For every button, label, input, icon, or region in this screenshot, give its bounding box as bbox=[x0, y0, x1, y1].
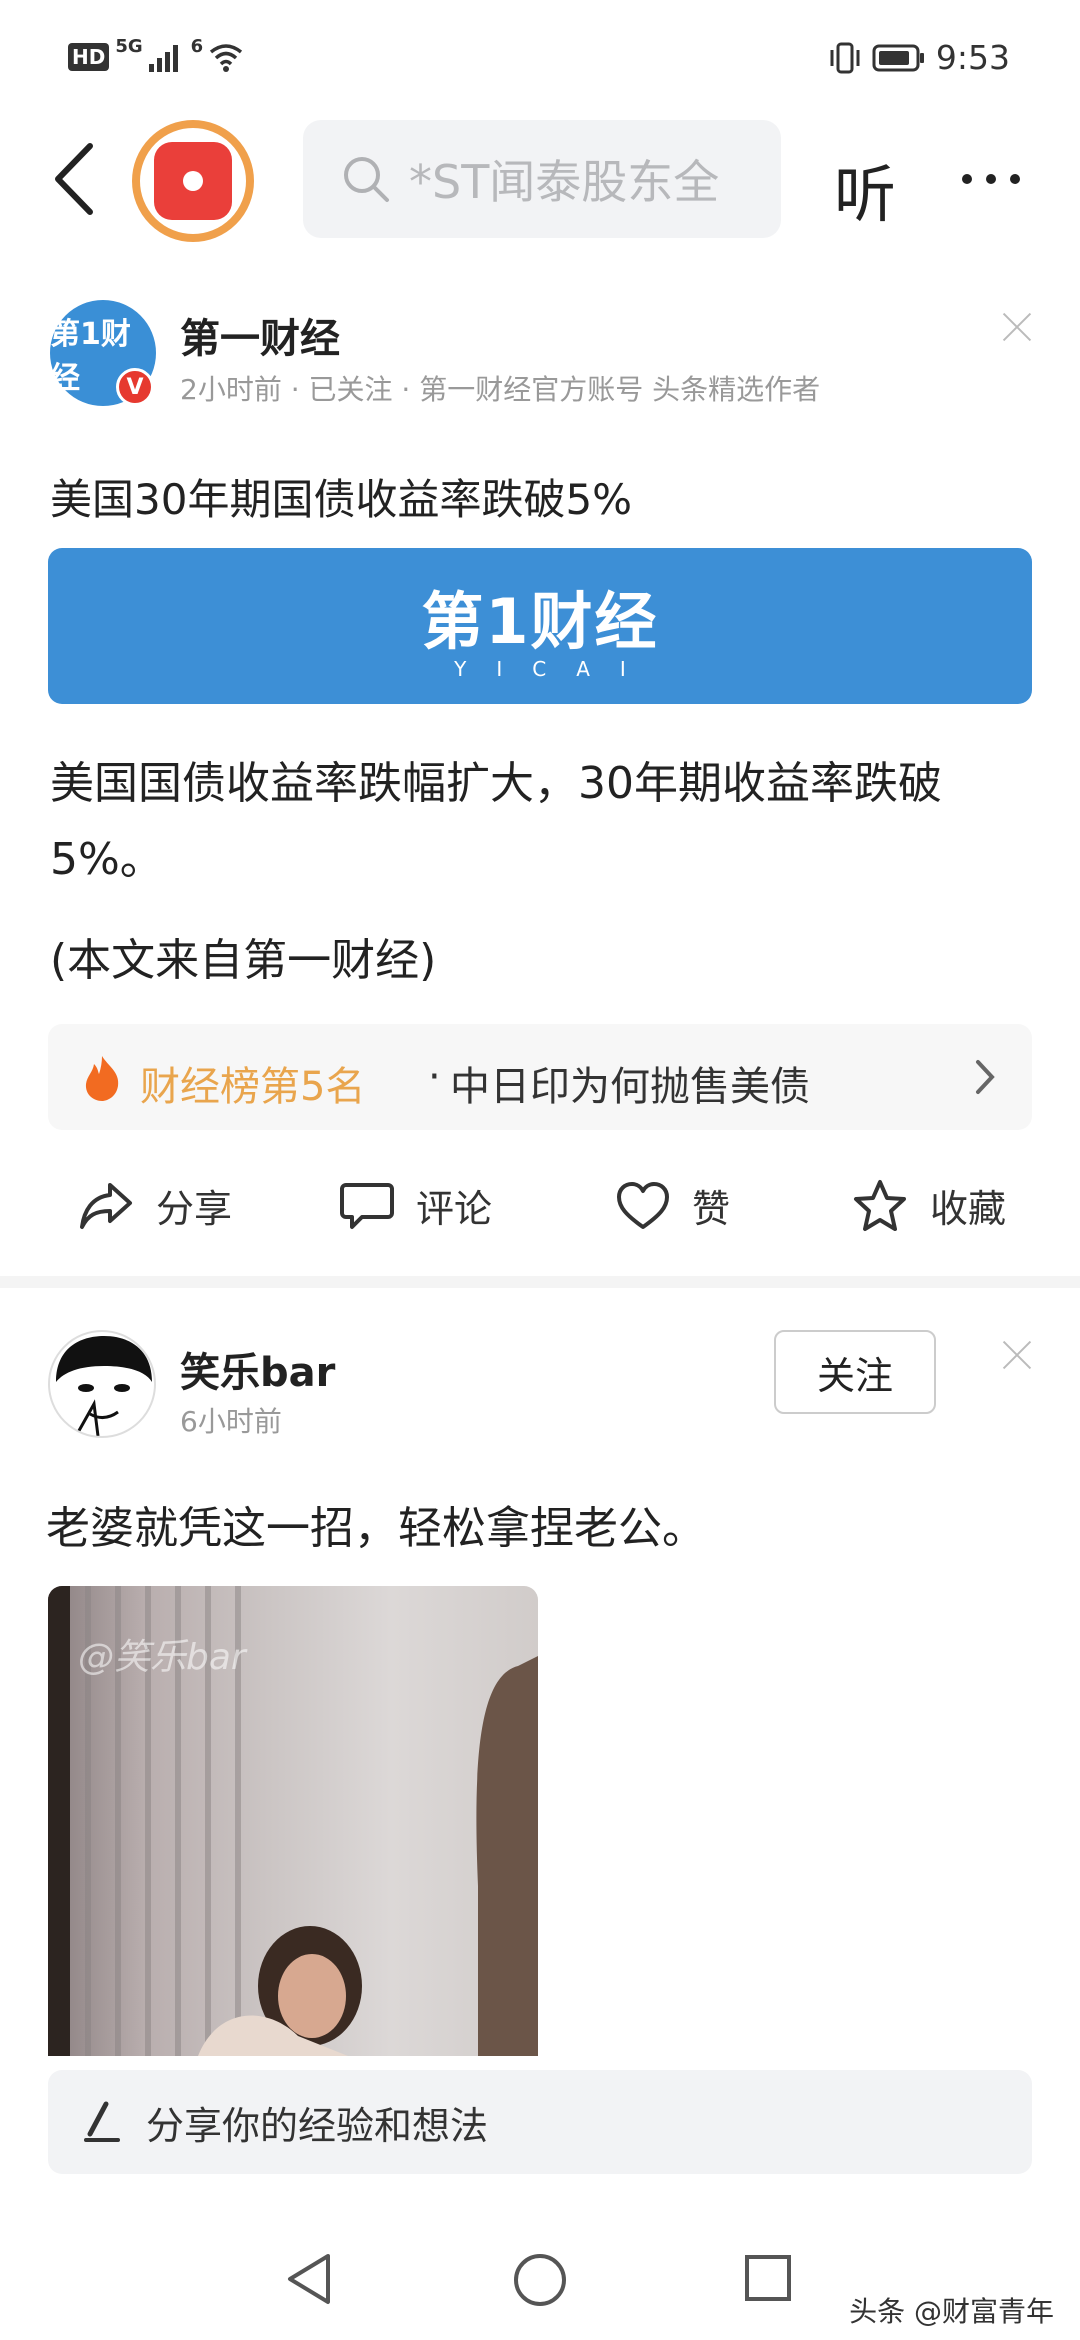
follow-button[interactable]: 关注 bbox=[774, 1330, 936, 1414]
post-title[interactable]: 美国30年期国债收益率跌破5% bbox=[50, 466, 632, 527]
hot-separator: · bbox=[428, 1054, 441, 1100]
red-packet-button[interactable] bbox=[132, 120, 254, 242]
status-left: HD 5G 6 bbox=[68, 36, 243, 72]
favorite-button[interactable]: 收藏 bbox=[852, 1178, 1006, 1233]
chevron-right-icon bbox=[976, 1060, 995, 1094]
close-icon[interactable] bbox=[1000, 310, 1034, 344]
author-name[interactable]: 笑乐bar bbox=[180, 1340, 335, 1398]
share-button[interactable]: 分享 bbox=[78, 1178, 232, 1233]
comment-icon bbox=[340, 1182, 394, 1229]
more-menu-icon[interactable] bbox=[962, 174, 1020, 184]
close-icon[interactable] bbox=[1000, 1338, 1034, 1372]
network-type-label: 5G bbox=[115, 36, 143, 57]
comment-label: 评论 bbox=[416, 1187, 493, 1231]
banner-sub-text: YICAI bbox=[454, 657, 656, 681]
video-watermark: @笑乐bar bbox=[78, 1637, 246, 1678]
comment-placeholder: 分享你的经验和想法 bbox=[146, 2103, 489, 2148]
author-name[interactable]: 第一财经 bbox=[180, 306, 340, 364]
source-watermark: 头条 @财富青年 bbox=[849, 2295, 1054, 2328]
clock: 9:53 bbox=[935, 38, 1010, 77]
battery-icon bbox=[872, 44, 924, 71]
red-packet-icon bbox=[154, 142, 232, 220]
hot-rank-label: 财经榜第5名 bbox=[140, 1064, 366, 1110]
top-nav: *ST闻泰股东全 听 bbox=[0, 120, 1080, 242]
nav-home-icon[interactable] bbox=[512, 2252, 568, 2308]
hd-badge: HD bbox=[68, 43, 110, 71]
share-label: 分享 bbox=[156, 1187, 233, 1231]
status-bar: HD 5G 6 9:53 bbox=[0, 0, 1080, 120]
signal-icon bbox=[148, 45, 178, 72]
post-meta: 2小时前 · 已关注 · 第一财经官方账号 头条精选作者 bbox=[180, 373, 821, 406]
share-icon bbox=[80, 1182, 132, 1229]
post-meta: 6小时前 bbox=[180, 1405, 282, 1438]
fire-icon bbox=[85, 1056, 119, 1101]
hot-topic-label: 中日印为何抛售美债 bbox=[450, 1064, 810, 1110]
search-placeholder: *ST闻泰股东全 bbox=[409, 155, 720, 209]
hot-list-link[interactable]: 财经榜第5名 · 中日印为何抛售美债 bbox=[48, 1024, 1032, 1130]
like-button[interactable]: 赞 bbox=[616, 1178, 730, 1233]
heart-icon bbox=[617, 1181, 669, 1229]
wifi-icon bbox=[210, 44, 243, 72]
vibrate-icon bbox=[830, 42, 860, 73]
post-body[interactable]: 美国国债收益率跌幅扩大，30年期收益率跌破5%。 bbox=[50, 746, 1040, 898]
video-thumbnail[interactable]: @笑乐bar bbox=[48, 1586, 538, 2056]
favorite-label: 收藏 bbox=[930, 1187, 1007, 1231]
post-source: (本文来自第一财经) bbox=[50, 935, 437, 986]
search-icon bbox=[344, 157, 389, 202]
comment-button[interactable]: 评论 bbox=[340, 1178, 492, 1233]
wifi-type-label: 6 bbox=[190, 36, 204, 57]
nav-recents-icon[interactable] bbox=[744, 2254, 792, 2302]
like-label: 赞 bbox=[692, 1187, 731, 1231]
action-bar: 分享 评论 赞 收藏 bbox=[0, 1164, 1080, 1244]
post-text[interactable]: 老婆就凭这一招，轻松拿捏老公。 bbox=[46, 1492, 706, 1556]
pen-icon bbox=[84, 2101, 120, 2142]
cartoon-face-icon bbox=[56, 1336, 152, 1436]
status-right: 9:53 bbox=[828, 38, 1010, 77]
banner-logo-text: 第1财经 bbox=[421, 585, 659, 658]
star-icon bbox=[854, 1179, 906, 1231]
feed-divider bbox=[0, 1276, 1080, 1288]
author-avatar[interactable] bbox=[48, 1330, 156, 1438]
listen-button[interactable]: 听 bbox=[834, 144, 896, 234]
search-input[interactable]: *ST闻泰股东全 bbox=[303, 120, 781, 238]
post-banner-image[interactable]: 第1财经 YICAI bbox=[48, 548, 1032, 704]
nav-back-icon[interactable] bbox=[284, 2252, 334, 2306]
comment-input[interactable]: 分享你的经验和想法 bbox=[48, 2070, 1032, 2174]
back-arrow-icon[interactable] bbox=[50, 142, 96, 216]
verified-badge-icon: V bbox=[116, 368, 154, 406]
